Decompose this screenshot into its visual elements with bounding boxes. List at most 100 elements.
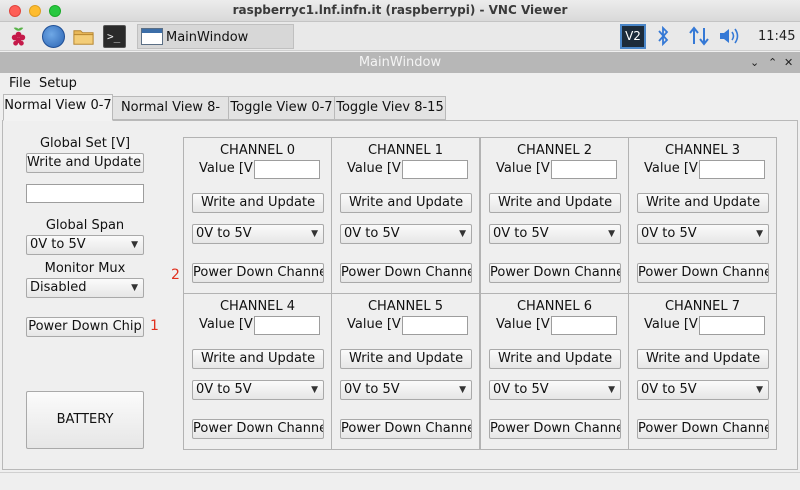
bluetooth-icon[interactable] (657, 25, 669, 48)
global-set-label: Global Set [V] (39, 136, 131, 151)
file-manager-icon[interactable] (72, 25, 95, 48)
volume-icon[interactable] (718, 26, 742, 48)
channel-span-select[interactable]: 0V to 5V ▼ (489, 224, 621, 244)
channel-value-label: Value [V] (644, 161, 703, 176)
channel-value-input[interactable] (254, 160, 320, 179)
vnc-server-icon[interactable]: V2 (620, 24, 646, 49)
channel-title: CHANNEL 4 (219, 299, 296, 314)
chevron-down-icon: ▼ (608, 385, 615, 395)
channel-2-panel: CHANNEL 2 Value [V] Write and Update 0V to … (480, 137, 629, 294)
channel-title: CHANNEL 2 (516, 143, 593, 158)
chevron-down-icon: ▼ (131, 283, 138, 293)
tab-normal-view-0-7[interactable]: Normal View 0-7 (3, 94, 113, 121)
channel-power-down-button[interactable]: Power Down Channel (637, 263, 769, 283)
channel-span-select[interactable]: 0V to 5V ▼ (637, 224, 769, 244)
channel-span-value: 0V to 5V (493, 382, 549, 397)
chevron-down-icon: ▼ (459, 385, 466, 395)
tab-toggle-view-0-7[interactable]: Toggle View 0-7 (228, 96, 335, 120)
chevron-down-icon: ▼ (756, 229, 763, 239)
channel-power-down-button[interactable]: Power Down Channel (637, 419, 769, 439)
raspberry-menu-icon[interactable] (7, 25, 30, 48)
taskbar-window-label: MainWindow (166, 30, 249, 45)
channel-power-down-button[interactable]: Power Down Channel (192, 419, 324, 439)
global-span-value: 0V to 5V (30, 237, 86, 252)
channel-title: CHANNEL 1 (367, 143, 444, 158)
window-icon (141, 28, 163, 45)
channel-write-update-button[interactable]: Write and Update (192, 349, 324, 369)
channel-value-input[interactable] (699, 316, 765, 335)
channel-span-select[interactable]: 0V to 5V ▼ (192, 380, 324, 400)
web-browser-icon[interactable] (42, 25, 65, 48)
battery-button[interactable]: BATTERY (26, 391, 144, 449)
channel-title: CHANNEL 3 (664, 143, 741, 158)
channel-5-panel: CHANNEL 5 Value [V] Write and Update 0V to … (331, 293, 480, 450)
chevron-down-icon: ▼ (311, 385, 318, 395)
channel-span-select[interactable]: 0V to 5V ▼ (340, 380, 472, 400)
channel-1-panel: CHANNEL 1 Value [V] Write and Update 0V to … (331, 137, 480, 294)
annotation-1: 1 (150, 318, 159, 334)
menu-file[interactable]: File (9, 76, 31, 91)
channel-power-down-button[interactable]: Power Down Channel (489, 419, 621, 439)
chevron-down-icon: ▼ (756, 385, 763, 395)
clock: 11:45 (758, 29, 796, 44)
global-span-label: Global Span (45, 218, 125, 233)
channel-write-update-button[interactable]: Write and Update (192, 193, 324, 213)
channel-0-panel: CHANNEL 0 Value [V] Write and Update 0V to … (183, 137, 332, 294)
channel-power-down-button[interactable]: Power Down Channel (192, 263, 324, 283)
channel-span-value: 0V to 5V (196, 226, 252, 241)
channel-span-value: 0V to 5V (344, 382, 400, 397)
channel-power-down-button[interactable]: Power Down Channel (489, 263, 621, 283)
channel-title: CHANNEL 0 (219, 143, 296, 158)
channel-span-select[interactable]: 0V to 5V ▼ (637, 380, 769, 400)
chevron-down-icon: ▼ (608, 229, 615, 239)
channel-value-label: Value [V] (496, 161, 555, 176)
channel-value-input[interactable] (402, 316, 468, 335)
status-bar (0, 472, 800, 490)
tab-normal-view-8-15[interactable]: Normal View 8-15 (112, 96, 229, 137)
write-update-all-button[interactable]: Write and Update All (26, 153, 144, 173)
global-span-select[interactable]: 0V to 5V ▼ (26, 235, 144, 255)
power-down-chip-button[interactable]: Power Down Chip (26, 317, 144, 337)
monitor-mux-label: Monitor Mux (44, 261, 126, 276)
channel-span-select[interactable]: 0V to 5V ▼ (489, 380, 621, 400)
channel-title: CHANNEL 6 (516, 299, 593, 314)
chevron-down-icon: ▼ (459, 229, 466, 239)
channel-power-down-button[interactable]: Power Down Channel (340, 419, 472, 439)
annotation-2: 2 (171, 267, 180, 283)
channel-write-update-button[interactable]: Write and Update (637, 349, 769, 369)
channel-value-label: Value [V] (644, 317, 703, 332)
close-icon[interactable]: ✕ (784, 52, 793, 73)
channel-write-update-button[interactable]: Write and Update (340, 193, 472, 213)
channel-value-input[interactable] (254, 316, 320, 335)
channel-value-input[interactable] (551, 160, 617, 179)
menu-setup[interactable]: Setup (39, 76, 77, 91)
monitor-mux-select[interactable]: Disabled ▼ (26, 278, 144, 298)
channel-title: CHANNEL 7 (664, 299, 741, 314)
channel-value-input[interactable] (699, 160, 765, 179)
terminal-icon[interactable]: >_ (103, 25, 126, 48)
channel-write-update-button[interactable]: Write and Update (340, 349, 472, 369)
channel-span-value: 0V to 5V (641, 226, 697, 241)
channel-span-value: 0V to 5V (196, 382, 252, 397)
channel-6-panel: CHANNEL 6 Value [V] Write and Update 0V to … (480, 293, 629, 450)
qt-window-title: MainWindow (358, 55, 442, 70)
channel-value-label: Value [V] (347, 317, 406, 332)
channel-power-down-button[interactable]: Power Down Channel (340, 263, 472, 283)
channel-span-select[interactable]: 0V to 5V ▼ (192, 224, 324, 244)
minimize-icon[interactable]: ⌄ (750, 52, 759, 73)
channel-write-update-button[interactable]: Write and Update (489, 193, 621, 213)
global-set-input[interactable] (26, 184, 144, 203)
maximize-icon[interactable]: ⌃ (768, 52, 777, 73)
channel-value-input[interactable] (551, 316, 617, 335)
channel-span-value: 0V to 5V (641, 382, 697, 397)
channel-write-update-button[interactable]: Write and Update (489, 349, 621, 369)
channel-value-input[interactable] (402, 160, 468, 179)
tab-toggle-view-8-15[interactable]: Toggle Viev 8-15 (334, 96, 446, 120)
rpi-taskbar: >_ MainWindow V2 11:45 (0, 22, 800, 51)
channel-value-label: Value [V] (496, 317, 555, 332)
taskbar-mainwindow-button[interactable]: MainWindow (137, 24, 294, 49)
network-arrows-icon[interactable] (688, 26, 710, 48)
qt-window-title-bar: MainWindow ⌄ ⌃ ✕ (0, 52, 800, 73)
channel-write-update-button[interactable]: Write and Update (637, 193, 769, 213)
channel-span-select[interactable]: 0V to 5V ▼ (340, 224, 472, 244)
